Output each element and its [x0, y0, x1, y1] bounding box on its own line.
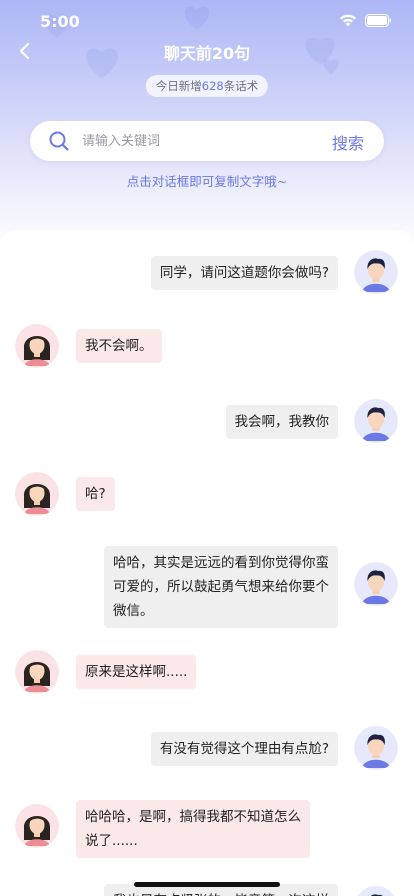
message-bubble[interactable]: 我会啊，我教你	[225, 405, 338, 439]
today-count: 628	[201, 79, 224, 93]
today-prefix: 今日新增	[155, 79, 202, 93]
status-time: 5:00	[40, 12, 80, 31]
message-row: 我会啊，我教你	[0, 395, 414, 455]
message-bubble[interactable]: 有没有觉得这个理由有点尬?	[150, 732, 338, 766]
male-avatar	[354, 726, 398, 770]
chat-list: 同学，请问这道题你会做吗? 我不会啊。 我会啊，我教你 哈? 哈哈，其实是远远的…	[0, 230, 414, 896]
search-button[interactable]: 搜索	[332, 130, 364, 154]
female-avatar	[15, 650, 59, 694]
today-suffix: 条话术	[223, 79, 259, 93]
message-row: 哈?	[0, 468, 414, 528]
message-row: 原来是这样啊.....	[0, 646, 414, 706]
message-bubble[interactable]: 同学，请问这道题你会做吗?	[150, 256, 338, 290]
page-title: 聊天前20句	[163, 44, 251, 63]
female-avatar	[15, 472, 59, 516]
today-count-badge: 今日新增 628 条话术	[145, 75, 269, 97]
message-bubble[interactable]: 哈哈，其实是远远的看到你觉得你蛮可爱的，所以鼓起勇气想来给你要个微信。	[104, 546, 338, 628]
message-bubble[interactable]: 原来是这样啊.....	[76, 655, 197, 689]
search-bar: 搜索	[30, 121, 384, 161]
female-avatar	[15, 804, 59, 848]
message-bubble[interactable]: 哈哈哈，是啊，搞得我都不知道怎么说了......	[76, 800, 310, 858]
male-avatar	[354, 562, 398, 606]
search-icon	[49, 131, 69, 151]
message-row: 哈哈，其实是远远的看到你觉得你蛮可爱的，所以鼓起勇气想来给你要个微信。	[0, 542, 414, 632]
search-input[interactable]	[82, 133, 302, 149]
wifi-icon	[340, 14, 356, 27]
male-avatar	[354, 886, 398, 896]
message-row: 有没有觉得这个理由有点尬?	[0, 722, 414, 782]
battery-icon	[365, 14, 391, 27]
female-avatar	[15, 324, 59, 368]
male-avatar	[354, 250, 398, 294]
message-row: 同学，请问这道题你会做吗?	[0, 230, 414, 300]
copy-hint: 点击对话框即可复制文字哦~	[126, 174, 288, 189]
navigation-bar: 聊天前20句	[0, 34, 414, 66]
home-indicator	[134, 882, 280, 887]
message-bubble[interactable]: 哈?	[76, 477, 115, 511]
message-row: 哈哈哈，是啊，搞得我都不知道怎么说了......	[0, 796, 414, 866]
male-avatar	[354, 399, 398, 443]
message-bubble[interactable]: 我不会啊。	[76, 329, 162, 363]
status-icons	[339, 14, 392, 27]
message-row: 我不会啊。	[0, 320, 414, 380]
